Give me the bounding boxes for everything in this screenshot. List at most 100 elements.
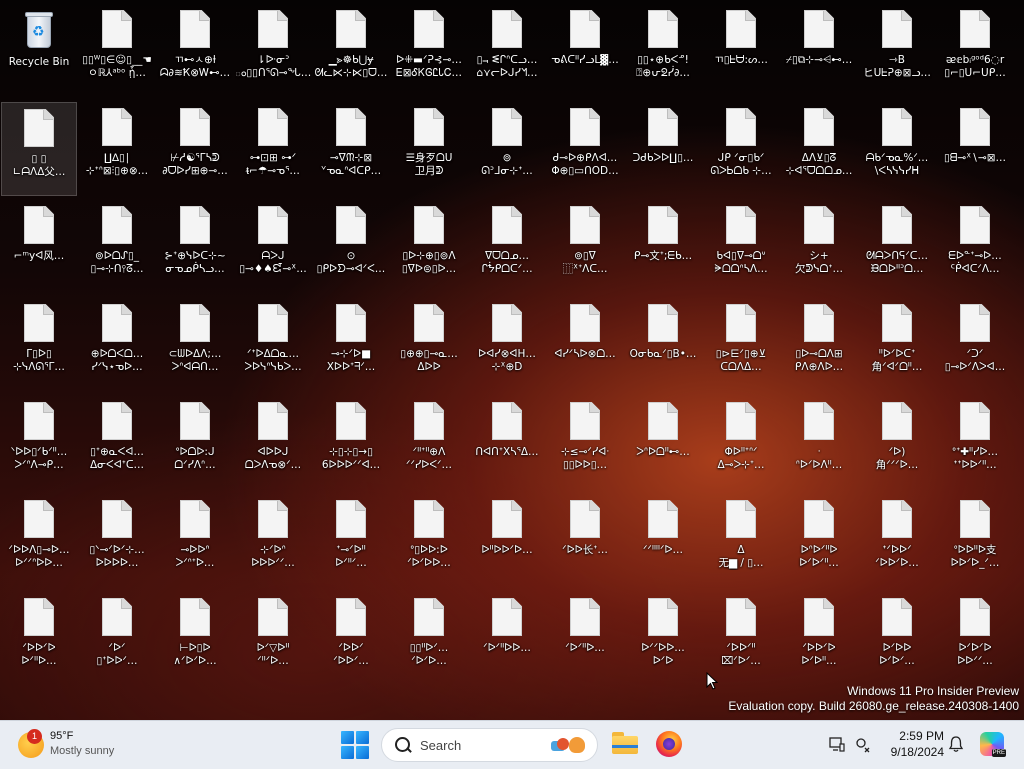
desktop-file[interactable]: ⊸⊹ᐟᐅ■ Xᐅᐅᐩᖷᐟ…	[313, 298, 389, 392]
desktop-file[interactable]: ᐟᐟᐦᐦᐟᐅ…	[625, 494, 701, 588]
desktop-file[interactable]: ▯ᐅ⊸ᗝᐱ⊞ ᑭᐱ⊕ᐱᐅ…	[781, 298, 857, 392]
desktop-file[interactable]: ᓀᕕᑕᐦᓯᓗᒪ▓…	[547, 4, 623, 98]
desktop-file[interactable]: ⊢ᐅ▯ᐅ ∧ᐟᐅᐟᐅ…	[157, 592, 233, 686]
desktop-file[interactable]: Oᓂᑲᓇᐟ▯B•…	[625, 298, 701, 392]
desktop-file[interactable]: ᐟᐦᐩᐦ⊕ᐱ ᐟᐟᓯᐅᐸᐟ…	[391, 396, 467, 490]
desktop-file[interactable]: ▯⊕⊕▯⊸ᓇ… ᐃᐅᐅ	[391, 298, 467, 392]
desktop-file[interactable]: ᐅᐟᐅᐟᐅ ᐅᐅᐟᐟ…	[937, 592, 1013, 686]
desktop-file[interactable]: ⊚ ᘏᐣᒧᓂ⊹ᐩ…	[469, 102, 545, 196]
desktop-file[interactable]: ㄲ⊷ㅅ⊕ƚ ᗣ∂≋Ҟ⊗Ꮃ⊷…	[157, 4, 233, 98]
desktop-file[interactable]: ᐅᐟᐅᐅ ᐅᐟᐅᐟ…	[859, 592, 935, 686]
desktop-file[interactable]: ⊹≤⊸ᐟᓯᐊᐧ ▯▯ᐅᐅ▯…	[547, 396, 623, 490]
taskbar-search-box[interactable]: Search	[381, 728, 598, 762]
desktop-file[interactable]: ⌿▯⧉⊹⊸⩤⊷…	[781, 4, 857, 98]
desktop-file[interactable]: ∐∆▯∣ ⊹ᐩᐢ⊠⫶▯⊕⊗…	[79, 102, 155, 196]
desktop-file[interactable]: ▯ᐅ⊹⊕▯⊚ᐱ ▯ᐁᐅ⊜▯ᐅ…	[391, 200, 467, 294]
desktop-file[interactable]: ᐅᐦᐅᐅᐟᐅ…	[469, 494, 545, 588]
desktop-file[interactable]: ᐧ ᐢᐅᐟᐅᐱᐦ…	[781, 396, 857, 490]
desktop-file[interactable]: ᐟᐅᐅᐟᐅ ᐅᐟᐅᐦ…	[781, 592, 857, 686]
desktop-file[interactable]: ▯ ▯ ∟ᗩᐱᐃ父…	[1, 102, 77, 196]
desktop-file[interactable]: ᗩᑲᐟᓀᓇ%ᐟ… \ᐸᓴᓭᓭᓯᕼ	[859, 102, 935, 196]
desktop-file[interactable]: ⊱ᐩ⊕ᓭᐅᑖ⊹~ ᓂᓀᓄᑮᓴᓗ…	[157, 200, 233, 294]
recycle-bin[interactable]: ♻ Recycle Bin	[1, 4, 77, 98]
desktop-file[interactable]: ᐃ 无▆ / ▯…	[703, 494, 779, 588]
desktop-file[interactable]: ⊚▯ᐁ ⿲ᕽᐩᐱᑕ…	[547, 200, 623, 294]
desktop-file[interactable]: ᐟᐅᐟ ▯ᐩᐅᐅᐟ…	[79, 592, 155, 686]
desktop-file[interactable]: ᒍᑭ ᐟᓂ▯ᑲᐟ ᘏᐳᏏᗝᑲ ⊹…	[703, 102, 779, 196]
desktop-file[interactable]: ▯⊳⋿ᐟ▯⊕⊻ ᑕᗝᐱᐃ…	[703, 298, 779, 392]
desktop-file[interactable]: ⊙ ▯ᑭᐅᗤ⊸ᐊᐟᐸ…	[313, 200, 389, 294]
desktop-file[interactable]: ᐅᐟ▽ᐅᐦ ᐟᐦᐟᐅ…	[235, 592, 311, 686]
desktop-file[interactable]: ⊂ᗯᐅᐃᐱ;… ᐳᐢᐊᗩᑎ…	[157, 298, 233, 392]
desktop-file[interactable]: ᐟᐅ) 角ᐟᐟᐟᐅ…	[859, 396, 935, 490]
desktop-file[interactable]: ᐅᐊᓯ⊗ᐊH… ⊹ᕽ⊕D	[469, 298, 545, 392]
desktop-file[interactable]: ⇾B ヒᑌᖶᕈ⊕⊠ᓗ…	[859, 4, 935, 98]
desktop-file[interactable]: ⊸ᐅᐅᐢ ᐳᐟᐢᐩᐅ…	[157, 494, 233, 588]
desktop-file[interactable]: ᑭ⊸文ᐩ;ᗴᑲ…	[625, 200, 701, 294]
desktop-file[interactable]: ☰身歹ᗝᑌ 卫月ᕲ	[391, 102, 467, 196]
desktop-file[interactable]: ᐟᐅᐅᐱ▯⊸ᐅ… ᐅᐟᐟᐢᐅᐅ…	[1, 494, 77, 588]
desktop-file[interactable]: ᐟᐅᐅᐟᐅ ᐅᐟᐦᐅ…	[1, 592, 77, 686]
desktop-file[interactable]: ▁⪢☸ᑲ⋃ɏ ᘛᓚ⋉⊹⋉▯ᗜ…	[313, 4, 389, 98]
desktop-file[interactable]: ᐊᐅᐅᒍ ᗝᐳᐱᓀ⊗ᐟ…	[235, 396, 311, 490]
desktop-file[interactable]: ᐟᑐᐟ ▯⊸ᐅᐟᐱᐳᐊ…	[937, 298, 1013, 392]
desktop-file[interactable]: ⊹▯⊹▯→▯ 6ᐅᐅᐅᐟᐟᐊ…	[313, 396, 389, 490]
desktop-file[interactable]: ᐃᐱ⊻▯ᘔ ⊹ᐊᕐᗜᗝᗝᓄ…	[781, 102, 857, 196]
desktop-file[interactable]: ᗩᐳᒍ ▯⊸♦♠ᘿ⊸ᕁ…	[235, 200, 311, 294]
desktop-file[interactable]: ᑎᐊᑎᐩXᓴᕐᐃ…	[469, 396, 545, 490]
desktop-file[interactable]: ᐩᐟᐅᐅᐟ ᐟᐅᐅᐟᐅ…	[859, 494, 935, 588]
desktop-file[interactable]: ᐅᐢᐅᐟᐦᐅ ᐅᐟᐅᐟᐦ…	[781, 494, 857, 588]
desktop-file[interactable]: ⊬ᓱ☯ᕐᒥᓴᕲ ∂ᗜᐅᓯ⊞⊕⊸…	[157, 102, 233, 196]
desktop-file[interactable]: ᗴᐅᓐᐩ⊸ᐅ… ᑦᑮᐊᑕᐟᐱ…	[937, 200, 1013, 294]
desktop-file[interactable]: ▯⫬ ᓬᒋᐢᑕᓗ… ⌂⋎ᓕᐅᒍᓯᖿ…	[469, 4, 545, 98]
desktop-file[interactable]: ᐤᐅᗝᐅ:ᒍ ᗝᐟᓯᐱᐢ…	[157, 396, 233, 490]
desktop-file[interactable]: ▯▯ᵂ▯∈☺▯__☚ ㅇℝ⅄ᵃᵇᵒ ᾗ…	[79, 4, 155, 98]
desktop-file[interactable]: ⇂ᐕᓂᐣ ం▯▯ᑎᕐᘏ⊸ᖓ…	[235, 4, 311, 98]
desktop-file[interactable]: ᑲᐊ▯ᐁ⊸ᗝᐡ ᗓᗝᗝᐢᓴᐱ…	[703, 200, 779, 294]
desktop-file[interactable]: ᐟᐅᐅᐟ ᐟᐅᐅᐟ…	[313, 592, 389, 686]
desktop-file[interactable]: ᐦᐅᐟᐅᑕᐩ 角ᐟᐊᐟᗝᐦ…	[859, 298, 935, 392]
weather-widget[interactable]: 1 95°F Mostly sunny	[18, 727, 148, 763]
desktop-file[interactable]: ⊚ᐅᗝᔑ▯_ ▯⊸⊹ᑎ⫯ᘔ…	[79, 200, 155, 294]
file-explorer-icon[interactable]	[612, 732, 638, 754]
desktop-file[interactable]: ᐠᐅᐅ▯ᐟᑲᐟᐦ… ᐳᐟᐢᐱ⊸ᑭ…	[1, 396, 77, 490]
desktop-file[interactable]: ⊶⊡⊞ ⊶ᐟ ᵵ⌐☂⊸ᓀᕐ…	[235, 102, 311, 196]
desktop-file[interactable]: ᒥ▯ᐅ▯ ⊹ᓭᐱᘏᕐᒥ…	[1, 298, 77, 392]
desktop-file[interactable]: ㄲ▯ᖶᗨ:ᔕ…	[703, 4, 779, 98]
desktop-file[interactable]: ᐤ▯ᐅᐅ:ᐅ ᐟᐅᐟᐅᐅ…	[391, 494, 467, 588]
desktop-file[interactable]: ⊕ᐅᗝᐸᗝ… ᓯᐟᓭ⋆ᓀᐅ…	[79, 298, 155, 392]
display-icon[interactable]	[828, 735, 846, 753]
copilot-icon[interactable]: PRE	[980, 732, 1006, 757]
desktop-file[interactable]: ᐤᐩ✚ᐦᓯᐅ… ᐩᐩᐅᐅᐟᐦ…	[937, 396, 1013, 490]
desktop-file[interactable]: ᐊᓯᐟᓴᐅ⊗ᗝ…	[547, 298, 623, 392]
desktop-file[interactable]: ▯▯⋆⊕ᑲᐸᓒ! ⍰⊕ᕂᘖᓰ∂…	[625, 4, 701, 98]
desktop-file[interactable]: ⊹ᐟᐅᐢ ᐅᐅᐅᐟᐟ…	[235, 494, 311, 588]
desktop-file[interactable]: シ+ 欠ᕲᓭᗝᐩ…	[781, 200, 857, 294]
desktop-file[interactable]: ᐩ⊸ᐟᐅᐦ ᐅᐟᐦᐟ…	[313, 494, 389, 588]
desktop-file[interactable]: ᐟᐩᐅᐃᗝᓇ… ᐳᐅᓭᐢᓭᑲᐳ…	[235, 298, 311, 392]
desktop-file[interactable]: ᐤᐅᐅᐦᐅ支 ᐅᐅᐟᐅ_ᐟ…	[937, 494, 1013, 588]
desktop-file[interactable]: ᐳᐢᐅᗝᐦ⊷…	[625, 396, 701, 490]
desktop-file[interactable]: ᐟᐅᐟᐦᐅ…	[547, 592, 623, 686]
desktop-file[interactable]: ▯ᐩ⊕ᓇᐸᐊ… ᐃᓂᐸᐊᐩᑕ…	[79, 396, 155, 490]
windows-start-icon[interactable]	[341, 731, 369, 759]
desktop-file[interactable]: ᐁᗜᗝᓄ… ᒋᖭᑭᗝᑕᐟ…	[469, 200, 545, 294]
desktop-file[interactable]: ⊸ᐁᙏ⊹⊠ ᘁᓀᓇᐢᐊᑕᑭ…	[313, 102, 389, 196]
desktop-file[interactable]: ᑒᑰᑲᐳᐅ∐▯…	[625, 102, 701, 196]
desktop-file[interactable]: ᘛᗩᐳᑎᕋᐟᑕ… ᙖᗝᐅᐦᐣᗝ…	[859, 200, 935, 294]
desktop-file[interactable]: ᑯ⊸ᐅ⊕ᑭᐱᐊ… Φ⊕▯▭ᑎOD…	[547, 102, 623, 196]
desktop-file[interactable]: ᴂ𝕖bᵢᵍᵒᵈ6◌r ▯⌐▯ᑌ⌐ᑌᑭ…	[937, 4, 1013, 98]
desktop-file[interactable]: ▯ᐠ⊸ᐟᐅᐟ⊹… ᐅᐅᐅᐅ…	[79, 494, 155, 588]
desktop-file[interactable]: ᐟᐅᐅ长ᐩ…	[547, 494, 623, 588]
settings-sync-icon[interactable]	[854, 735, 872, 753]
desktop-file[interactable]: ᐟᐅᐟᐦᐅᐅ…	[469, 592, 545, 686]
desktop-file[interactable]: ▯▯ᐦᐅᐟ… ᐟᐅᐟᐅ…	[391, 592, 467, 686]
bell-icon[interactable]	[948, 735, 964, 753]
desktop-file[interactable]: ⌐ᵐyᐊ风…	[1, 200, 77, 294]
desktop-file[interactable]: Φᐅᐦᐩᐢᐟ ᐃ⊸ᐳ⊹ᐩ…	[703, 396, 779, 490]
system-clock[interactable]: 2:59 PM 9/18/2024	[880, 728, 944, 760]
desktop-file[interactable]: ᐅ⁜▬ᐟᕈ⊰⊸… Ꭼ⊠ᎴᏦᎶᏝᏓᏟ…	[391, 4, 467, 98]
desktop-file[interactable]: ▯ᗺ⊸ᕁ∖⊸⊠…	[937, 102, 1013, 196]
desktop-file[interactable]: ᐅᐟᐟᐅᐅ… ᐅᐟᐅ	[625, 592, 701, 686]
firefox-icon[interactable]	[656, 731, 682, 757]
